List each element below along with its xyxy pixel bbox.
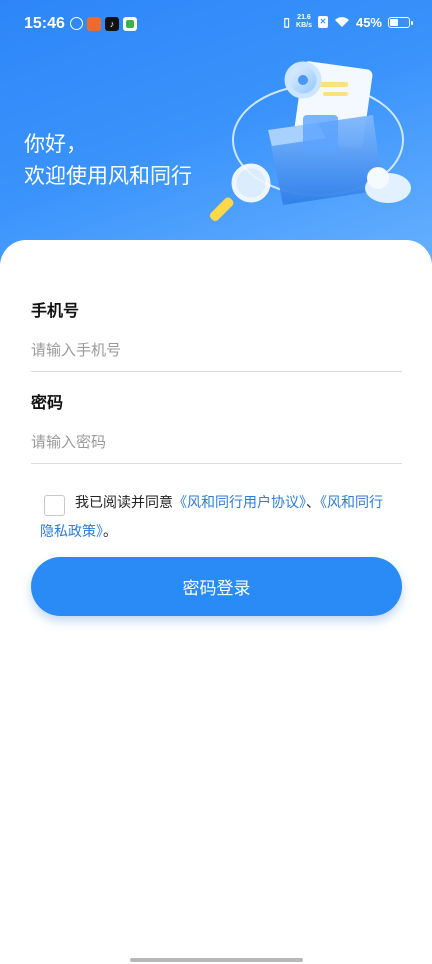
home-indicator[interactable]: [130, 958, 303, 962]
login-card: 手机号 密码 我已阅读并同意《风和同行用户协议》、《风和同行 隐私政策》。 密码…: [0, 240, 432, 964]
agreement-prefix: 我已阅读并同意: [75, 495, 173, 511]
tiktok-icon: ♪: [105, 17, 119, 31]
password-input[interactable]: [31, 427, 402, 464]
status-right: ▯ 21.6 KB/s ✕ 45%: [283, 14, 413, 30]
phone-input[interactable]: [31, 335, 402, 372]
network-speed-unit: KB/s: [296, 22, 312, 29]
app-notification-icon: [70, 17, 83, 30]
phone-label: 手机号: [31, 301, 80, 320]
app-notification-icon: [87, 17, 101, 31]
agreement-suffix: 。: [103, 524, 117, 540]
user-agreement-link[interactable]: 《风和同行用户协议》: [173, 495, 306, 511]
wifi-icon: [334, 17, 349, 27]
privacy-policy-link-part1[interactable]: 《风和同行: [320, 495, 383, 511]
battery-percent: 45%: [355, 14, 382, 30]
status-time: 15:46: [24, 15, 65, 32]
folder-search-illustration: [209, 61, 411, 222]
sim-off-icon: ✕: [317, 16, 328, 28]
battery-level: [390, 18, 398, 26]
greeting-line-2: 欢迎使用风和同行: [24, 164, 192, 188]
agreement-checkbox[interactable]: [44, 495, 65, 516]
notification-icons: ♪: [70, 17, 137, 31]
app-notification-icon: [123, 17, 137, 31]
password-field: 密码: [31, 389, 402, 464]
password-login-button[interactable]: 密码登录: [31, 557, 402, 616]
phone-field: 手机号: [31, 297, 402, 372]
network-speed-value: 21.6: [297, 14, 311, 21]
agreement-text: 我已阅读并同意《风和同行用户协议》、《风和同行: [75, 490, 383, 516]
greeting-line-1: 你好，: [24, 132, 87, 156]
battery-icon: [388, 16, 413, 28]
vibrate-icon: ▯: [283, 15, 291, 29]
status-bar: 15:46 ♪ ▯ 21.6 KB/s ✕ 45%: [0, 0, 432, 52]
agreement-separator: 、: [306, 495, 320, 511]
greeting: 你好， 欢迎使用风和同行: [24, 128, 192, 192]
network-speed: 21.6 KB/s: [296, 14, 312, 30]
password-label: 密码: [31, 393, 64, 412]
agreement-text-line2: 隐私政策》。: [40, 519, 117, 545]
privacy-policy-link-part2[interactable]: 隐私政策》: [40, 524, 103, 540]
